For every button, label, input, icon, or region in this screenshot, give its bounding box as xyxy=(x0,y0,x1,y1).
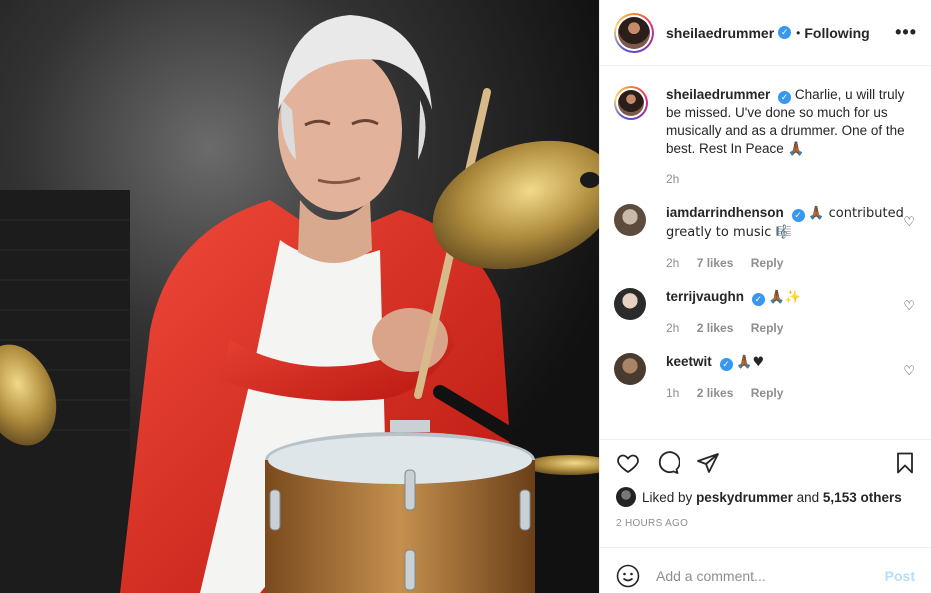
verified-badge-icon: ✓ xyxy=(751,293,765,306)
like-heart-icon[interactable] xyxy=(616,451,640,475)
verified-badge-icon: ✓ xyxy=(791,209,805,222)
comment-likes[interactable]: 2 likes xyxy=(697,321,734,335)
comment-item: iamdarrindhenson ✓ 🙏🏾 contributed greatl… xyxy=(614,204,915,272)
likes-middle: and xyxy=(796,489,820,505)
caption-time: 2h xyxy=(666,172,680,186)
comment-item: keetwit ✓ 🙏🏾♥ 1h 2 likes Reply ♡ xyxy=(614,353,915,402)
action-bar xyxy=(600,440,931,486)
comment-time: 2h xyxy=(666,256,680,270)
post-timestamp[interactable]: 2 HOURS AGO xyxy=(600,508,931,548)
caption-avatar[interactable] xyxy=(614,86,648,120)
likes-prefix: Liked by xyxy=(642,489,693,505)
post-side-panel: sheilaedrummer ✓ • Following ••• sheilae… xyxy=(599,0,931,593)
more-dots-icon[interactable]: ••• xyxy=(895,22,917,43)
liker-username[interactable]: peskydrummer xyxy=(696,490,793,505)
likes-summary: Liked by peskydrummer and 5,153 others xyxy=(600,486,931,508)
author-username[interactable]: sheilaedrummer xyxy=(666,25,774,41)
add-comment-input[interactable] xyxy=(656,567,885,584)
like-comment-heart-icon[interactable]: ♡ xyxy=(903,298,915,314)
verified-badge-icon: ✓ xyxy=(778,26,792,39)
comment-text: 🙏🏾♥ xyxy=(736,355,765,370)
like-comment-heart-icon[interactable]: ♡ xyxy=(903,214,915,230)
author-avatar[interactable] xyxy=(614,12,654,53)
comment-text: 🙏🏾✨ xyxy=(768,290,801,305)
separator-dot: • xyxy=(796,25,801,40)
verified-badge-icon: ✓ xyxy=(778,91,792,104)
comment-time: 1h xyxy=(666,386,680,400)
caption-username[interactable]: sheilaedrummer xyxy=(666,87,770,102)
comment-time: 2h xyxy=(666,321,680,335)
comment-item: terrijvaughn ✓ 🙏🏾✨ 2h 2 likes Reply ♡ xyxy=(614,288,915,337)
reply-button[interactable]: Reply xyxy=(751,321,784,335)
share-send-icon[interactable] xyxy=(696,451,720,475)
comment-username[interactable]: terrijvaughn xyxy=(666,289,744,304)
comment-likes[interactable]: 2 likes xyxy=(697,386,734,400)
comment-likes[interactable]: 7 likes xyxy=(697,256,734,270)
post-header: sheilaedrummer ✓ • Following ••• xyxy=(600,0,931,66)
commenter-avatar[interactable] xyxy=(614,204,646,236)
following-button[interactable]: Following xyxy=(804,25,869,41)
verified-badge-icon: ✓ xyxy=(719,358,733,371)
commenter-avatar[interactable] xyxy=(614,288,646,320)
post-comment-button[interactable]: Post xyxy=(885,568,915,584)
reply-button[interactable]: Reply xyxy=(751,256,784,270)
post-photo[interactable] xyxy=(0,0,599,593)
commenter-avatar[interactable] xyxy=(614,353,646,385)
comment-username[interactable]: keetwit xyxy=(666,354,712,369)
drummer-photo-illustration xyxy=(0,0,599,593)
caption: sheilaedrummer ✓ Charlie, u will truly b… xyxy=(614,86,915,188)
likes-others-link[interactable]: 5,153 others xyxy=(823,490,902,505)
comment-username[interactable]: iamdarrindhenson xyxy=(666,205,784,220)
comments-section: sheilaedrummer ✓ Charlie, u will truly b… xyxy=(600,66,931,440)
like-comment-heart-icon[interactable]: ♡ xyxy=(903,363,915,379)
liker-avatar[interactable] xyxy=(616,487,636,507)
emoji-smiley-icon[interactable] xyxy=(616,564,640,588)
add-comment-bar: Post xyxy=(600,548,931,593)
comment-bubble-icon[interactable] xyxy=(656,451,681,475)
save-bookmark-icon[interactable] xyxy=(893,451,917,475)
reply-button[interactable]: Reply xyxy=(751,386,784,400)
